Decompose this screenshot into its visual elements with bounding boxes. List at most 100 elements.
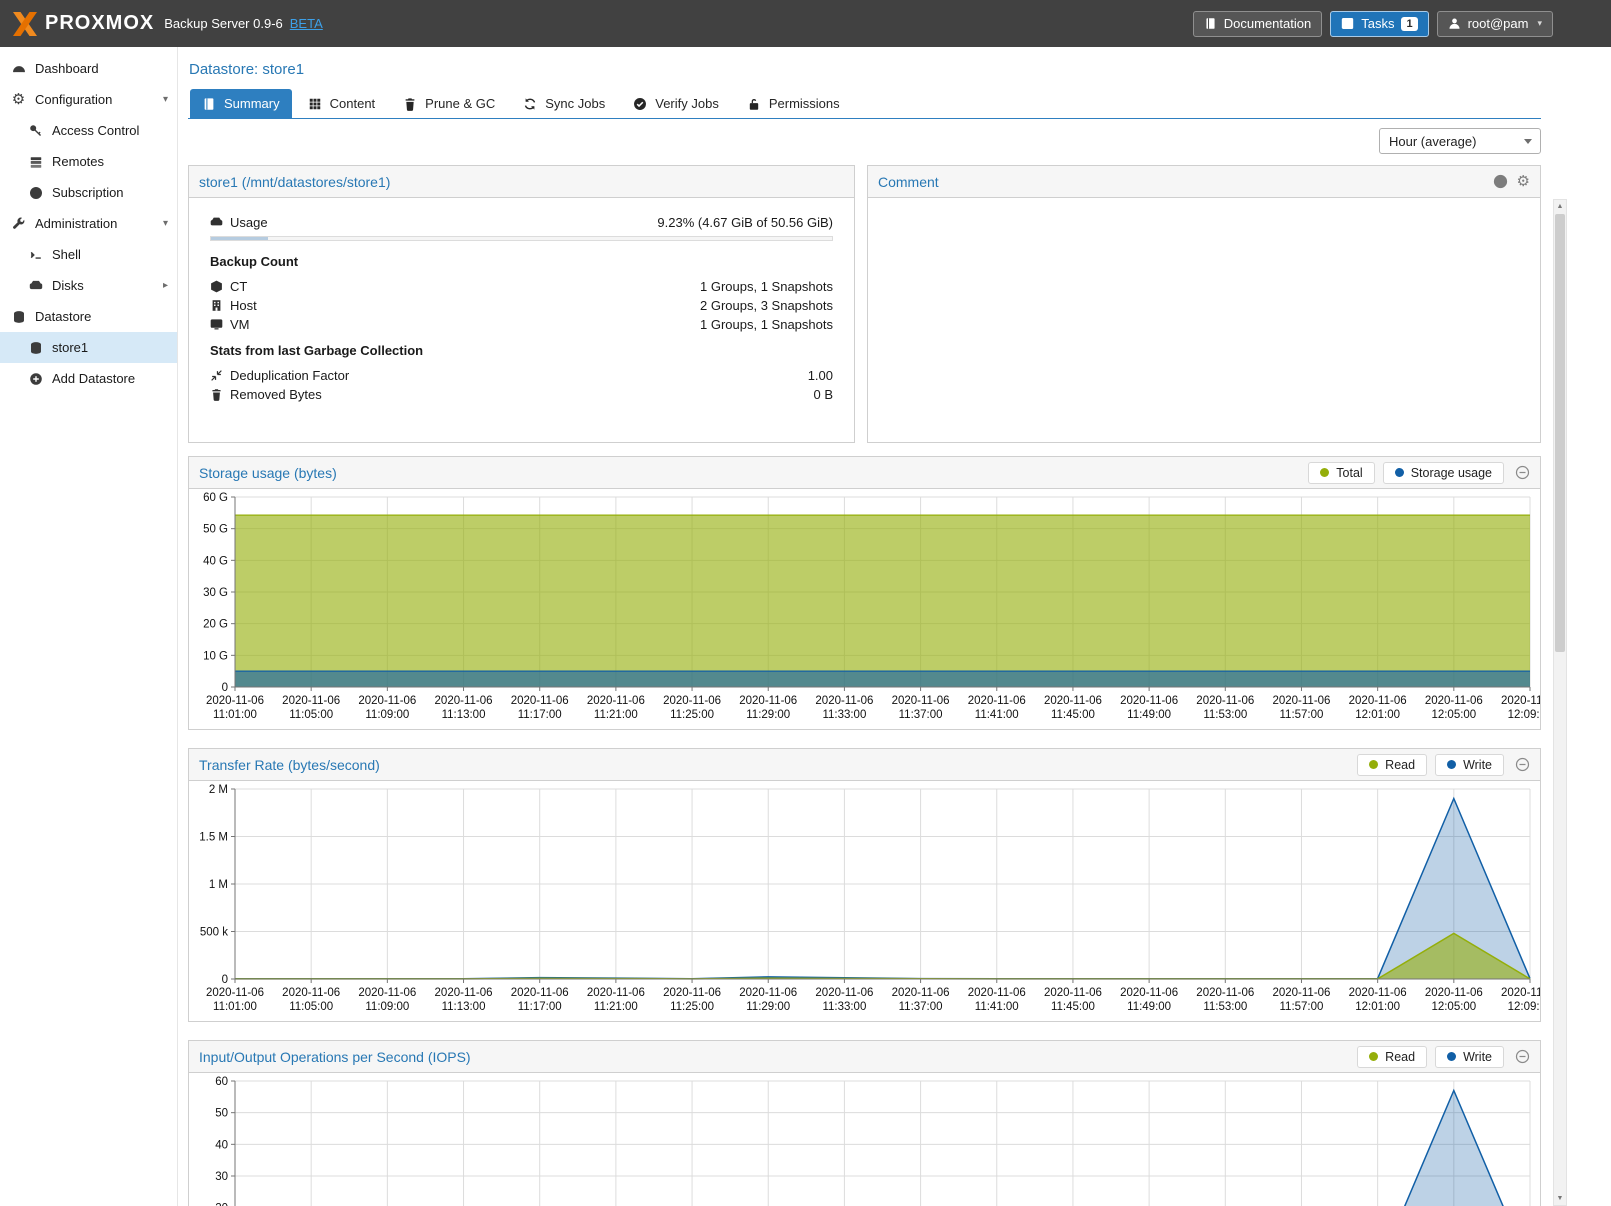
svg-text:12:09:00: 12:09:00 — [1508, 1001, 1540, 1013]
chevron-down-icon[interactable]: ▾ — [163, 94, 168, 105]
chevron-circle-icon[interactable] — [1493, 174, 1508, 189]
svg-text:11:41:00: 11:41:00 — [975, 1001, 1019, 1013]
tab-sync-jobs[interactable]: Sync Jobs — [511, 89, 617, 118]
tab-prune-gc[interactable]: Prune & GC — [391, 89, 507, 118]
svg-text:2020-11-06: 2020-11-06 — [892, 695, 950, 707]
svg-text:2020-11-06: 2020-11-06 — [968, 987, 1026, 999]
gc-stats-heading: Stats from last Garbage Collection — [210, 343, 833, 358]
sidebar-item-shell[interactable]: Shell — [0, 239, 177, 270]
transfer-rate-chart: 0500 k1 M1.5 M2 M2020-11-0611:01:002020-… — [189, 781, 1540, 1021]
brand-name: PROXMOX — [45, 12, 154, 35]
tasks-button[interactable]: Tasks 1 — [1330, 11, 1428, 37]
svg-text:11:45:00: 11:45:00 — [1051, 1001, 1095, 1013]
trash-icon — [403, 97, 417, 111]
svg-text:2020-11-06: 2020-11-06 — [435, 695, 493, 707]
legend-dot — [1395, 468, 1404, 477]
collapse-chart-icon[interactable] — [1515, 465, 1530, 480]
svg-text:12:05:00: 12:05:00 — [1431, 709, 1476, 721]
sidebar-item-datastore[interactable]: Datastore — [0, 301, 177, 332]
user-menu-button[interactable]: root@pam ▾ — [1437, 11, 1553, 37]
svg-text:2020-11-06: 2020-11-06 — [1501, 987, 1540, 999]
legend-dot — [1447, 1052, 1456, 1061]
legend-read[interactable]: Read — [1357, 754, 1427, 776]
svg-text:30: 30 — [215, 1171, 228, 1183]
storage-usage-chart-panel: Storage usage (bytes) Total Storage usag… — [188, 456, 1541, 730]
legend-storage-usage[interactable]: Storage usage — [1383, 462, 1504, 484]
scrollbar-thumb[interactable] — [1555, 214, 1565, 652]
svg-text:11:41:00: 11:41:00 — [975, 709, 1019, 721]
chevron-down-icon[interactable]: ▾ — [163, 218, 168, 229]
legend-read[interactable]: Read — [1357, 1046, 1427, 1068]
database-icon — [11, 310, 26, 324]
timeframe-select[interactable]: Hour (average) — [1379, 128, 1541, 154]
legend-dot — [1369, 760, 1378, 769]
header-actions: Documentation Tasks 1 root@pam ▾ — [1193, 11, 1553, 37]
svg-text:40 G: 40 G — [203, 555, 228, 567]
life-ring-icon — [28, 186, 43, 200]
svg-text:2020-11-06: 2020-11-06 — [435, 987, 493, 999]
usage-progress-fill — [211, 237, 268, 240]
iops-chart: 01020304050602020-11-0611:01:002020-11-0… — [189, 1073, 1540, 1206]
chart-title: Storage usage (bytes) — [199, 465, 337, 481]
dedup-row: Deduplication Factor 1.00 — [210, 366, 833, 385]
svg-text:11:53:00: 11:53:00 — [1203, 709, 1247, 721]
legend-total[interactable]: Total — [1308, 462, 1374, 484]
svg-text:11:37:00: 11:37:00 — [899, 709, 943, 721]
legend-dot — [1447, 760, 1456, 769]
scroll-down-arrow[interactable]: ▼ — [1554, 1192, 1566, 1205]
svg-text:12:01:00: 12:01:00 — [1355, 1001, 1400, 1013]
tab-content[interactable]: Content — [296, 89, 388, 118]
backup-count-heading: Backup Count — [210, 254, 833, 269]
sidebar-item-disks[interactable]: Disks ▸ — [0, 270, 177, 301]
svg-text:30 G: 30 G — [203, 587, 228, 599]
svg-text:11:09:00: 11:09:00 — [365, 709, 409, 721]
svg-text:1 M: 1 M — [209, 879, 228, 891]
tab-permissions[interactable]: Permissions — [735, 89, 852, 118]
svg-text:2020-11-06: 2020-11-06 — [663, 987, 721, 999]
usage-row: Usage 9.23% (4.67 GiB of 50.56 GiB) — [210, 211, 833, 233]
tasks-count-badge: 1 — [1401, 17, 1417, 31]
documentation-button[interactable]: Documentation — [1193, 11, 1322, 37]
sidebar-item-dashboard[interactable]: Dashboard — [0, 53, 177, 84]
sidebar-item-access-control[interactable]: Access Control — [0, 115, 177, 146]
collapse-chart-icon[interactable] — [1515, 757, 1530, 772]
storage-usage-chart: 010 G20 G30 G40 G50 G60 G2020-11-0611:01… — [189, 489, 1540, 729]
svg-text:11:57:00: 11:57:00 — [1280, 709, 1324, 721]
terminal-icon — [28, 248, 43, 262]
gear-icon[interactable]: ⚙ — [1517, 174, 1530, 189]
svg-text:11:21:00: 11:21:00 — [594, 709, 638, 721]
sidebar-item-store1[interactable]: store1 — [0, 332, 177, 363]
svg-text:2020-11-06: 2020-11-06 — [1044, 987, 1102, 999]
hard-disk-icon — [210, 216, 230, 229]
database-icon — [28, 341, 43, 355]
sidebar-item-configuration[interactable]: ⚙ Configuration ▾ — [0, 84, 177, 115]
svg-text:11:05:00: 11:05:00 — [289, 1001, 333, 1013]
svg-text:2020-11-06: 2020-11-06 — [1272, 695, 1330, 707]
scroll-up-arrow[interactable]: ▲ — [1554, 200, 1566, 213]
legend-write[interactable]: Write — [1435, 754, 1504, 776]
svg-text:2 M: 2 M — [209, 784, 228, 796]
vertical-scrollbar[interactable]: ▲ ▼ — [1553, 199, 1567, 1206]
plus-circle-icon — [28, 372, 43, 386]
tab-verify-jobs[interactable]: Verify Jobs — [621, 89, 731, 118]
svg-text:2020-11-06: 2020-11-06 — [358, 987, 416, 999]
svg-text:2020-11-06: 2020-11-06 — [587, 695, 645, 707]
legend-write[interactable]: Write — [1435, 1046, 1504, 1068]
svg-text:2020-11-06: 2020-11-06 — [1501, 695, 1540, 707]
collapse-chart-icon[interactable] — [1515, 1049, 1530, 1064]
svg-text:11:13:00: 11:13:00 — [442, 1001, 486, 1013]
svg-text:2020-11-06: 2020-11-06 — [1349, 695, 1407, 707]
beta-link[interactable]: BETA — [290, 16, 323, 31]
sidebar-item-subscription[interactable]: Subscription — [0, 177, 177, 208]
svg-text:2020-11-06: 2020-11-06 — [1272, 987, 1330, 999]
chevron-right-icon[interactable]: ▸ — [163, 280, 168, 291]
host-row: Host 2 Groups, 3 Snapshots — [210, 296, 833, 315]
product-version: Backup Server 0.9-6 — [164, 16, 283, 31]
sidebar-item-remotes[interactable]: Remotes — [0, 146, 177, 177]
tab-summary[interactable]: Summary — [190, 89, 292, 118]
main-area: Datastore: store1 Summary Content Prune … — [178, 47, 1611, 1206]
sidebar-item-administration[interactable]: Administration ▾ — [0, 208, 177, 239]
proxmox-logo: PROXMOX — [12, 12, 154, 36]
sidebar-item-add-datastore[interactable]: Add Datastore — [0, 363, 177, 394]
app-window: PROXMOX Backup Server 0.9-6 BETA Documen… — [0, 0, 1611, 1206]
